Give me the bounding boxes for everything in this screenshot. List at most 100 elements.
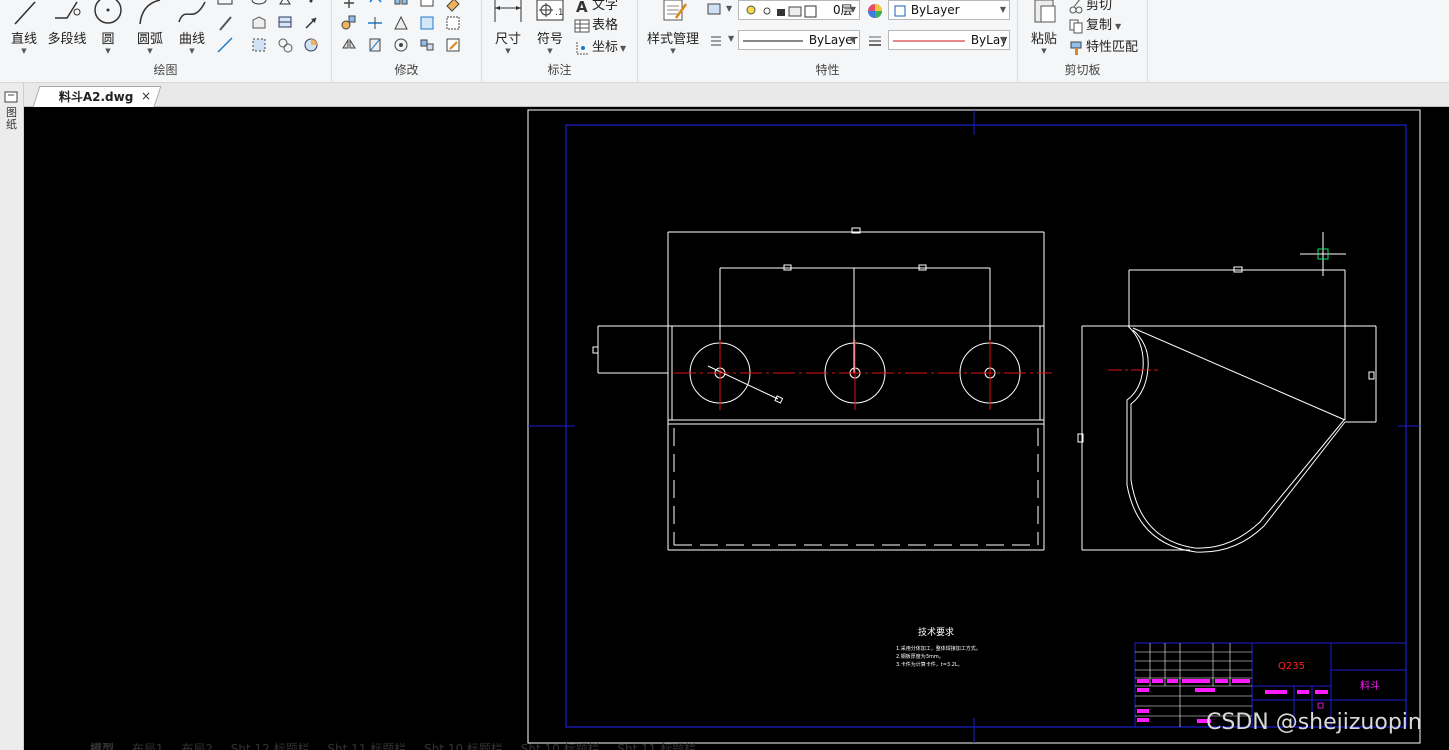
pencil-icon[interactable] xyxy=(216,14,234,32)
front-view-centerlines xyxy=(674,340,1052,410)
sheet-set-icon[interactable] xyxy=(2,89,22,105)
coordinate-tool[interactable]: 坐标 ▼ xyxy=(574,36,626,56)
scale-icon[interactable] xyxy=(392,14,410,32)
fillet-icon[interactable] xyxy=(418,14,436,32)
circle-label: 圆 xyxy=(101,32,115,47)
chevron-down-icon: ▼ xyxy=(105,47,111,55)
sheet-label[interactable]: 图纸 xyxy=(6,107,18,131)
layout-tab-4[interactable]: Sht 11 标题栏 xyxy=(327,742,406,750)
edit-icon[interactable] xyxy=(444,36,462,54)
lineweight-combo[interactable]: ByLay ▼ xyxy=(888,30,1010,50)
polyline-label: 多段线 xyxy=(47,32,87,47)
spline-icon xyxy=(178,1,206,23)
close-icon[interactable]: × xyxy=(141,89,151,103)
trim-icon[interactable] xyxy=(366,14,384,32)
copy-object-icon[interactable] xyxy=(340,14,358,32)
color-value: ByLayer xyxy=(910,3,960,17)
drawing-canvas[interactable]: 技术要求 1.采用分体加工，整体焊接加工方式。 2.钢板厚度为3mm。 3.卡件… xyxy=(24,107,1449,750)
lineweight-icon[interactable] xyxy=(866,32,884,50)
layout-tab-model[interactable]: 模型 xyxy=(90,742,114,750)
chevron-down-icon: ▼ xyxy=(620,44,627,53)
layout-tab-1[interactable]: 布局1 xyxy=(132,742,164,750)
ribbon: 直线 ▼ 多段线 圆 ▼ 圆弧 ▼ 曲线 ▼ 绘图 修改 尺寸 ▼ .1 符号 … xyxy=(0,0,1449,83)
paste-icon xyxy=(1034,0,1056,23)
construction-line-icon[interactable] xyxy=(216,36,234,54)
cut-tool[interactable]: 剪切 xyxy=(1068,0,1112,14)
symbol-tool[interactable]: .1 符号 ▼ xyxy=(532,0,568,55)
chevron-down-icon: ▼ xyxy=(1041,47,1047,55)
array-icon[interactable] xyxy=(392,0,410,14)
layer-state-icons xyxy=(746,5,817,17)
arc-tool[interactable]: 圆弧 ▼ xyxy=(132,0,168,55)
cad-window: 直线 ▼ 多段线 圆 ▼ 圆弧 ▼ 曲线 ▼ 绘图 修改 尺寸 ▼ .1 符号 … xyxy=(0,0,1449,750)
mirror-icon[interactable] xyxy=(340,36,358,54)
lineweight-list-icon[interactable] xyxy=(708,32,726,50)
tech-note-2: 2.钢板厚度为3mm。 xyxy=(896,653,944,660)
annotate-panel: 尺寸 ▼ .1 符号 ▼ A 文字 表格 坐标 ▼ 标注 xyxy=(482,0,638,83)
explode-icon[interactable] xyxy=(418,0,436,14)
polyline-icon xyxy=(55,1,81,19)
chevron-down-icon: ▼ xyxy=(189,47,195,55)
boundary-icon[interactable] xyxy=(276,36,294,54)
dimension-icon xyxy=(494,0,522,22)
chevron-down-icon: ▼ xyxy=(147,47,153,55)
table-grid-icon[interactable] xyxy=(276,14,294,32)
linetype-combo[interactable]: ByLayer ▼ xyxy=(738,30,860,50)
copy-label: 复制 xyxy=(1086,18,1113,33)
layout-tab-7[interactable]: Sht 11 标题栏 xyxy=(617,742,696,750)
match-properties-tool[interactable]: 特性匹配 xyxy=(1068,36,1138,56)
block-icon[interactable] xyxy=(444,14,462,32)
properties-panel-title: 特性 xyxy=(815,63,840,77)
copy-tool[interactable]: 复制 ▼ xyxy=(1068,14,1121,34)
sheet-inner-border xyxy=(565,124,1407,728)
color-wheel-icon[interactable] xyxy=(866,2,884,20)
rotate-icon[interactable] xyxy=(366,0,384,14)
table-tool[interactable]: 表格 xyxy=(574,14,618,34)
region-icon[interactable] xyxy=(250,14,268,32)
lineweight-sample-icon xyxy=(893,40,965,41)
line-icon xyxy=(14,1,36,25)
layout-tab-6[interactable]: Sht 10 标题栏 xyxy=(521,742,600,750)
style-manager-icon xyxy=(663,0,688,21)
layer-combo[interactable]: 0层 ▼ xyxy=(738,0,860,20)
curve-tool[interactable]: 曲线 ▼ xyxy=(174,0,210,55)
offset-icon[interactable] xyxy=(392,36,410,54)
join-icon[interactable] xyxy=(418,36,436,54)
arrow-icon[interactable] xyxy=(302,14,320,32)
style-manager-tool[interactable]: 样式管理 ▼ xyxy=(642,0,704,55)
text-tool[interactable]: A 文字 xyxy=(574,0,618,16)
erase-icon[interactable] xyxy=(444,0,462,14)
dimension-label: 尺寸 xyxy=(494,32,521,47)
chevron-down-icon: ▼ xyxy=(547,47,553,55)
clipboard-panel-title: 剪切板 xyxy=(1064,63,1101,77)
chevron-down-icon: ▼ xyxy=(849,5,856,14)
layout-tab-3[interactable]: Sht 12 标题栏 xyxy=(231,742,310,750)
linetype-sample-icon xyxy=(743,40,803,41)
hatch-icon[interactable] xyxy=(250,36,268,54)
wipeout-icon[interactable] xyxy=(302,36,320,54)
style-manager-label: 样式管理 xyxy=(646,32,699,47)
arc-icon xyxy=(139,0,161,25)
draw-panel-title: 绘图 xyxy=(153,63,178,77)
draw-panel: 直线 ▼ 多段线 圆 ▼ 圆弧 ▼ 曲线 ▼ 绘图 xyxy=(0,0,332,83)
layout-tab-2[interactable]: 布局2 xyxy=(181,742,213,750)
stretch-icon[interactable] xyxy=(366,36,384,54)
layout-tabs: 模型 布局1 布局2 Sht 12 标题栏 Sht 11 标题栏 Sht 10 … xyxy=(90,740,710,750)
layer-properties-icon[interactable] xyxy=(706,0,724,18)
chevron-down-icon: ▼ xyxy=(999,35,1006,44)
dimension-tool[interactable]: 尺寸 ▼ xyxy=(490,0,526,55)
layout-tab-5[interactable]: Sht 10 标题栏 xyxy=(424,742,503,750)
polyline-tool[interactable]: 多段线 xyxy=(44,0,90,47)
move-icon[interactable] xyxy=(340,0,358,14)
cut-label: 剪切 xyxy=(1086,0,1113,13)
tech-requirements-title: 技术要求 xyxy=(918,626,954,638)
tech-note-1: 1.采用分体加工，整体焊接加工方式。 xyxy=(896,645,981,652)
color-combo[interactable]: ByLayer ▼ xyxy=(888,0,1010,20)
line-tool[interactable]: 直线 ▼ xyxy=(6,0,42,55)
scissors-icon xyxy=(1069,0,1083,13)
chevron-down-icon: ▼ xyxy=(21,47,27,55)
left-sidebar: 图纸 xyxy=(0,83,24,750)
paste-tool[interactable]: 粘贴 ▼ xyxy=(1026,0,1062,55)
paste-label: 粘贴 xyxy=(1030,32,1057,47)
circle-tool[interactable]: 圆 ▼ xyxy=(92,0,124,55)
